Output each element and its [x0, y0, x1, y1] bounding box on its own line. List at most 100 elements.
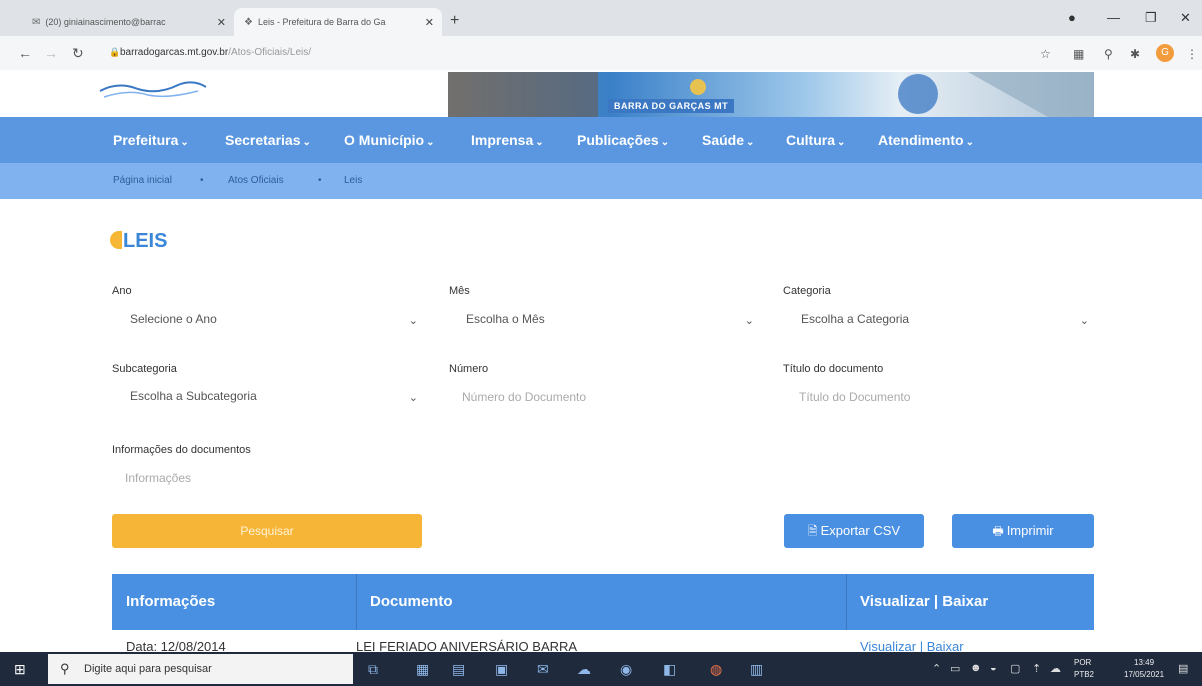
print-label: Imprimir: [1006, 523, 1054, 538]
informacoes-input[interactable]: Informações: [125, 471, 415, 495]
notifications-icon[interactable]: ▤: [1178, 662, 1188, 675]
url-field[interactable]: barradogarcas.mt.gov.br/Atos-Oficiais/Le…: [120, 47, 311, 58]
close-tab-icon[interactable]: ✕: [425, 16, 434, 29]
chevron-down-icon: ⌄: [744, 315, 754, 327]
browser-tab-leis[interactable]: ❖ Leis - Prefeitura de Barra do Ga ✕: [234, 8, 442, 36]
row-document: LEI FERIADO ANIVERSÁRIO BARRA: [356, 639, 578, 652]
monitor-icon[interactable]: ▢: [1010, 662, 1020, 675]
menu-item-cultura[interactable]: Cultura ⌄: [786, 132, 845, 148]
categoria-select[interactable]: Escolha a Categoria ⌄: [801, 312, 1089, 336]
menu-item-prefeitura[interactable]: Prefeitura ⌄: [113, 132, 189, 148]
table-header: Informações Documento Visualizar | Baixa…: [112, 574, 1094, 630]
maximize-icon[interactable]: ❐: [1145, 10, 1157, 26]
mail-app-icon[interactable]: ✉: [537, 661, 549, 678]
table-row: Data: 12/08/2014 LEI FERIADO ANIVERSÁRIO…: [112, 630, 1094, 652]
chevron-up-icon[interactable]: ⌃: [932, 662, 941, 675]
taskbar: ⊞ ⚲ Digite aqui para pesquisar ⧉ ▦ ▤ ▣ ✉…: [0, 652, 1202, 686]
chevron-down-icon: ⌄: [426, 137, 435, 148]
network-icon[interactable]: ▭: [950, 662, 960, 675]
reload-icon[interactable]: ↻: [72, 45, 84, 62]
clock[interactable]: 13:49 17/05/2021: [1124, 657, 1164, 681]
onedrive-icon[interactable]: ☁: [577, 661, 591, 678]
menu-item-secretarias[interactable]: Secretarias ⌄: [225, 132, 311, 148]
browser-tab-bar: ✉ (20) giniainascimento@barrac ✕ ❖ Leis …: [0, 0, 1202, 36]
numero-label: Número: [449, 363, 489, 375]
export-csv-label: Exportar CSV: [820, 523, 901, 538]
menu-item-publicacoes[interactable]: Publicações ⌄: [577, 132, 669, 148]
language-code: POR: [1074, 658, 1092, 667]
star-icon[interactable]: ☆: [1040, 47, 1051, 61]
row-info: Data: 12/08/2014: [126, 639, 226, 652]
numero-placeholder: Número do Documento: [462, 390, 587, 404]
categoria-value: Escolha a Categoria: [801, 312, 910, 326]
store-icon[interactable]: ▣: [495, 661, 508, 678]
numero-input[interactable]: Número do Documento: [462, 390, 752, 414]
chrome-icon[interactable]: ◍: [710, 661, 722, 678]
menu-item-atendimento[interactable]: Atendimento ⌄: [878, 132, 974, 148]
cloud-icon[interactable]: ☁: [1050, 662, 1061, 675]
menu-item-imprensa[interactable]: Imprensa ⌄: [471, 132, 544, 148]
menu-item-saude[interactable]: Saúde ⌄: [702, 132, 754, 148]
chevron-down-icon: ⌄: [408, 392, 418, 404]
menu-label: O Município: [344, 132, 425, 148]
outlook-icon[interactable]: ◧: [663, 661, 676, 678]
app-icon[interactable]: ▦: [416, 661, 429, 678]
clock-date: 17/05/2021: [1124, 670, 1165, 679]
page-title-text: LEIS: [123, 230, 168, 252]
banner-label: BARRA DO GARÇAS MT: [608, 99, 735, 113]
main-menu: Prefeitura ⌄ Secretarias ⌄ O Município ⌄ Im…: [0, 117, 1202, 163]
record-icon[interactable]: ●: [1068, 10, 1076, 25]
windows-start-icon[interactable]: ⊞: [14, 661, 26, 678]
breadcrumb-separator: •: [318, 175, 322, 186]
menu-label: Secretarias: [225, 132, 301, 148]
ano-select[interactable]: Selecione o Ano ⌄: [130, 312, 418, 336]
task-view-icon[interactable]: ⧉: [368, 661, 378, 678]
excel-icon[interactable]: ▥: [750, 661, 763, 678]
lock-icon[interactable]: 🔒: [109, 47, 120, 58]
titulo-input[interactable]: Título do Documento: [799, 390, 1089, 414]
url-path: /Atos-Oficiais/Leis/: [228, 47, 312, 58]
breadcrumb-atos-oficiais[interactable]: Atos Oficiais: [228, 175, 284, 186]
language-indicator[interactable]: POR PTB2: [1074, 657, 1094, 681]
close-window-icon[interactable]: ✕: [1180, 10, 1191, 26]
kebab-menu-icon[interactable]: ⋮: [1186, 47, 1198, 61]
forward-icon[interactable]: →: [44, 45, 58, 61]
site-logo[interactable]: [98, 75, 208, 101]
minimize-icon[interactable]: —: [1107, 10, 1120, 25]
back-icon[interactable]: ←: [18, 45, 32, 61]
menu-label: Prefeitura: [113, 132, 179, 148]
breadcrumb: Página inicial • Atos Oficiais • Leis: [0, 163, 1202, 199]
titulo-placeholder: Título do Documento: [799, 390, 911, 404]
search-icon: ⚲: [60, 661, 70, 676]
extension-icon[interactable]: ▦: [1073, 47, 1084, 61]
menu-label: Publicações: [577, 132, 659, 148]
chevron-down-icon: ⌄: [535, 137, 544, 148]
taskbar-search-box[interactable]: ⚲ Digite aqui para pesquisar: [48, 654, 353, 684]
export-csv-button[interactable]: 🗎 Exportar CSV: [784, 514, 924, 548]
edge-icon[interactable]: ◉: [620, 661, 632, 678]
tab-label: Leis - Prefeitura de Barra do Ga: [257, 17, 386, 27]
url-host: barradogarcas.mt.gov.br: [120, 47, 229, 58]
close-tab-icon[interactable]: ✕: [217, 16, 226, 29]
row-actions-link[interactable]: Visualizar | Baixar: [860, 639, 964, 652]
wifi-icon[interactable]: ◒: [990, 662, 997, 674]
mes-label: Mês: [449, 285, 470, 297]
menu-label: Saúde: [702, 132, 745, 148]
profile-avatar[interactable]: G: [1156, 44, 1174, 62]
print-button[interactable]: 🖶 Imprimir: [952, 514, 1094, 548]
extension-icon[interactable]: ⚲: [1104, 47, 1113, 61]
usb-icon[interactable]: ⇡: [1032, 662, 1041, 675]
banner-art: [448, 72, 1094, 117]
browser-tab-mail[interactable]: ✉ (20) giniainascimento@barrac ✕: [22, 8, 234, 36]
file-explorer-icon[interactable]: ▤: [452, 661, 465, 678]
people-icon[interactable]: ☻: [970, 662, 982, 674]
puzzle-icon[interactable]: ✱: [1130, 47, 1140, 61]
menu-item-municipio[interactable]: O Município ⌄: [344, 132, 435, 148]
subcategoria-select[interactable]: Escolha a Subcategoria ⌄: [130, 389, 418, 413]
column-header-visualizar: Visualizar | Baixar: [860, 593, 989, 610]
chevron-down-icon: ⌄: [180, 137, 189, 148]
new-tab-icon[interactable]: +: [450, 12, 459, 30]
breadcrumb-home[interactable]: Página inicial: [113, 175, 172, 186]
mes-select[interactable]: Escolha o Mês ⌄: [466, 312, 754, 336]
search-button[interactable]: Pesquisar: [112, 514, 422, 548]
